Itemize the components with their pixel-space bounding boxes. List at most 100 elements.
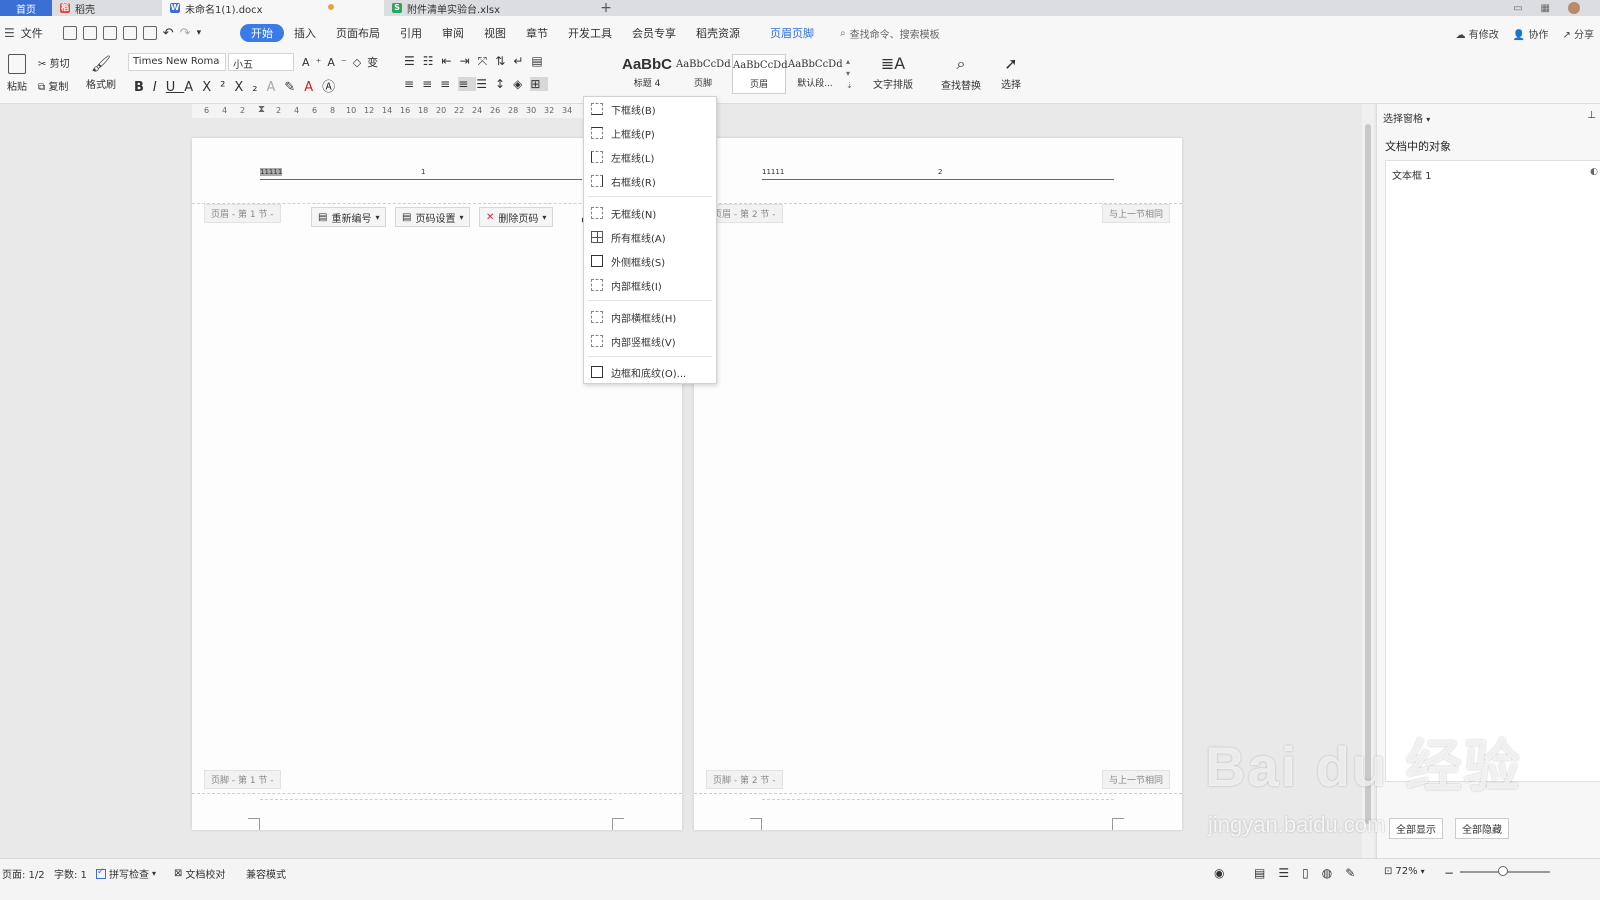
copy-button[interactable]: ⧉ 复制 <box>38 78 68 93</box>
indent-marker-icon[interactable]: ⧗ <box>258 104 265 115</box>
write-mode-icon[interactable]: ✎ <box>1345 866 1365 880</box>
export-icon[interactable] <box>102 26 117 40</box>
show-marks-icon[interactable]: ↵ <box>513 54 531 68</box>
menu-home[interactable]: 开始 <box>240 24 284 42</box>
redo-icon[interactable]: ↷ <box>180 26 191 41</box>
style-header[interactable]: AaBbCcDd 页眉 <box>732 54 788 94</box>
hamburger-icon[interactable]: ☰ <box>4 26 15 40</box>
layout-icon[interactable]: ▭ <box>1513 3 1522 14</box>
styles-scroll[interactable]: ▴ ▾ ⇣ <box>846 56 853 92</box>
justify-icon[interactable]: ≡ <box>458 77 477 91</box>
undo-icon[interactable]: ↶ <box>163 26 174 41</box>
numbered-list-icon[interactable]: ☷ <box>423 54 442 68</box>
tab-spreadsheet[interactable]: S 附件清单实验台.xlsx <box>384 0 594 16</box>
menu-page-layout[interactable]: 页面布局 <box>326 24 390 42</box>
menu-review[interactable]: 审阅 <box>432 24 474 42</box>
shading-icon[interactable]: ◈ <box>513 77 530 91</box>
menu-item-right-border[interactable]: 右框线(R) <box>584 170 716 192</box>
phonetic-icon[interactable]: 变 <box>367 56 384 69</box>
menu-item-outside-borders[interactable]: 外侧框线(S) <box>584 250 716 272</box>
horizontal-ruler[interactable]: 6 4 2 2 4 6 8 10 12 14 16 18 20 22 24 26… <box>192 104 586 118</box>
menu-item-bottom-border[interactable]: 下框线(B) <box>584 98 716 120</box>
find-replace-button[interactable]: ⌕ 查找替换 <box>936 54 986 92</box>
format-painter-button[interactable]: 🖌 格式刷 <box>84 54 118 91</box>
save-icon[interactable] <box>82 26 97 40</box>
superscript-icon[interactable]: X² <box>202 80 234 95</box>
cut-button[interactable]: ✂ 剪切 <box>38 55 70 70</box>
spell-check-toggle[interactable]: 拼写检查▾ <box>96 866 156 881</box>
word-count[interactable]: 字数: 1 <box>54 866 87 881</box>
align-left-icon[interactable]: ≡ <box>404 77 422 91</box>
table-icon[interactable]: ▤ <box>531 54 550 68</box>
menu-member[interactable]: 会员专享 <box>622 24 686 42</box>
shrink-font-icon[interactable]: A⁻ <box>327 56 352 69</box>
style-footer[interactable]: AaBbCcDd 页脚 <box>676 54 731 94</box>
reading-view-icon[interactable]: ▯ <box>1302 866 1319 880</box>
has-changes-button[interactable]: ☁ 有修改 <box>1456 26 1499 41</box>
menu-item-all-borders[interactable]: 所有框线(A) <box>584 226 716 248</box>
menu-insert[interactable]: 插入 <box>284 24 326 42</box>
font-color-icon[interactable]: A <box>304 80 322 95</box>
menu-item-borders-and-shading[interactable]: 边框和底纹(O)... <box>584 361 716 383</box>
pin-icon[interactable]: ⊥ <box>1587 110 1596 121</box>
selection-pane-header[interactable]: 选择窗格 ▾ <box>1383 110 1430 125</box>
delete-page-number-button[interactable]: ✕ 删除页码 ▾ <box>479 207 554 227</box>
style-default-paragraph[interactable]: AaBbCcDd 默认段... <box>788 54 843 94</box>
menu-item-no-border[interactable]: 无框线(N) <box>584 202 716 224</box>
tab-daoke[interactable]: 稻 稻壳 <box>52 0 162 16</box>
style-heading-4[interactable]: AaBbC 标题 4 <box>620 54 674 94</box>
select-button[interactable]: ➚ 选择 <box>994 54 1028 91</box>
collaborate-button[interactable]: 👤 协作 <box>1513 26 1549 41</box>
distribute-icon[interactable]: ☰ <box>476 77 495 91</box>
apps-grid-icon[interactable]: ▦ <box>1541 3 1550 14</box>
list-item[interactable]: 文本框 1 <box>1392 167 1432 182</box>
decrease-indent-icon[interactable]: ⇤ <box>442 54 460 68</box>
text-layout-button[interactable]: ≣A 文字排版 <box>868 54 918 91</box>
menu-header-footer[interactable]: 页眉页脚 <box>760 24 824 42</box>
page-1-footer-zone[interactable] <box>192 793 682 794</box>
renumber-button[interactable]: ▤ 重新编号 ▾ <box>311 207 387 227</box>
line-spacing-icon[interactable]: ↕ <box>495 77 513 91</box>
align-right-icon[interactable]: ≡ <box>440 77 458 91</box>
print-icon[interactable] <box>122 26 137 40</box>
zoom-slider-handle[interactable] <box>1498 866 1508 876</box>
page-2-footer-zone[interactable] <box>694 793 1182 794</box>
grow-font-icon[interactable]: A⁺ <box>302 56 327 69</box>
bullet-list-icon[interactable]: ☰ <box>404 54 423 68</box>
zoom-level[interactable]: ⊡ 72% ▾ <box>1384 866 1425 877</box>
avatar[interactable] <box>1568 2 1580 14</box>
web-view-icon[interactable]: ◍ <box>1322 866 1342 880</box>
borders-icon[interactable]: ⊞ <box>530 77 549 91</box>
italic-icon[interactable]: I <box>153 80 166 95</box>
subscript-icon[interactable]: X₂ <box>234 80 266 95</box>
eye-protection-icon[interactable]: ◉ <box>1214 866 1224 880</box>
font-size-select[interactable]: 小五 <box>228 53 294 71</box>
strikethrough-icon[interactable]: A <box>184 80 202 95</box>
page-number-settings-button[interactable]: ▤ 页码设置 ▾ <box>395 207 471 227</box>
tab-document[interactable]: W 未命名1(1).docx <box>162 0 384 16</box>
menu-daoke-resources[interactable]: 稻壳资源 <box>686 24 750 42</box>
doc-proofread-button[interactable]: ⊠ 文档校对 <box>174 866 225 881</box>
eye-icon[interactable]: ◐ <box>1590 167 1598 177</box>
menu-view[interactable]: 视图 <box>474 24 516 42</box>
hide-all-button[interactable]: 全部隐藏 <box>1455 818 1509 839</box>
scrollbar-thumb[interactable] <box>1365 124 1371 824</box>
clear-format-icon[interactable]: ◇ <box>353 56 367 69</box>
tab-home[interactable]: 首页 <box>0 0 52 16</box>
file-menu[interactable]: 文件 <box>21 25 43 41</box>
menu-item-inside-vertical[interactable]: 内部竖框线(V) <box>584 330 716 352</box>
outline-view-icon[interactable]: ☰ <box>1278 866 1299 880</box>
chinese-layout-icon[interactable]: ⤧ <box>478 54 496 68</box>
new-tab-button[interactable]: + <box>594 0 618 16</box>
share-button[interactable]: ↗ 分享 <box>1562 26 1594 41</box>
menu-item-top-border[interactable]: 上框线(P) <box>584 122 716 144</box>
page-view-icon[interactable]: ▤ <box>1254 866 1275 880</box>
increase-indent-icon[interactable]: ⇥ <box>460 54 478 68</box>
bold-icon[interactable]: B <box>134 80 153 95</box>
page-indicator[interactable]: 页面: 1/2 <box>2 866 45 881</box>
menu-item-inside-borders[interactable]: 内部框线(I) <box>584 274 716 296</box>
char-border-icon[interactable]: Ⓐ <box>322 80 344 95</box>
text-effect-icon[interactable]: A <box>266 80 284 95</box>
menu-item-inside-horizontal[interactable]: 内部横框线(H) <box>584 306 716 328</box>
menu-section[interactable]: 章节 <box>516 24 558 42</box>
